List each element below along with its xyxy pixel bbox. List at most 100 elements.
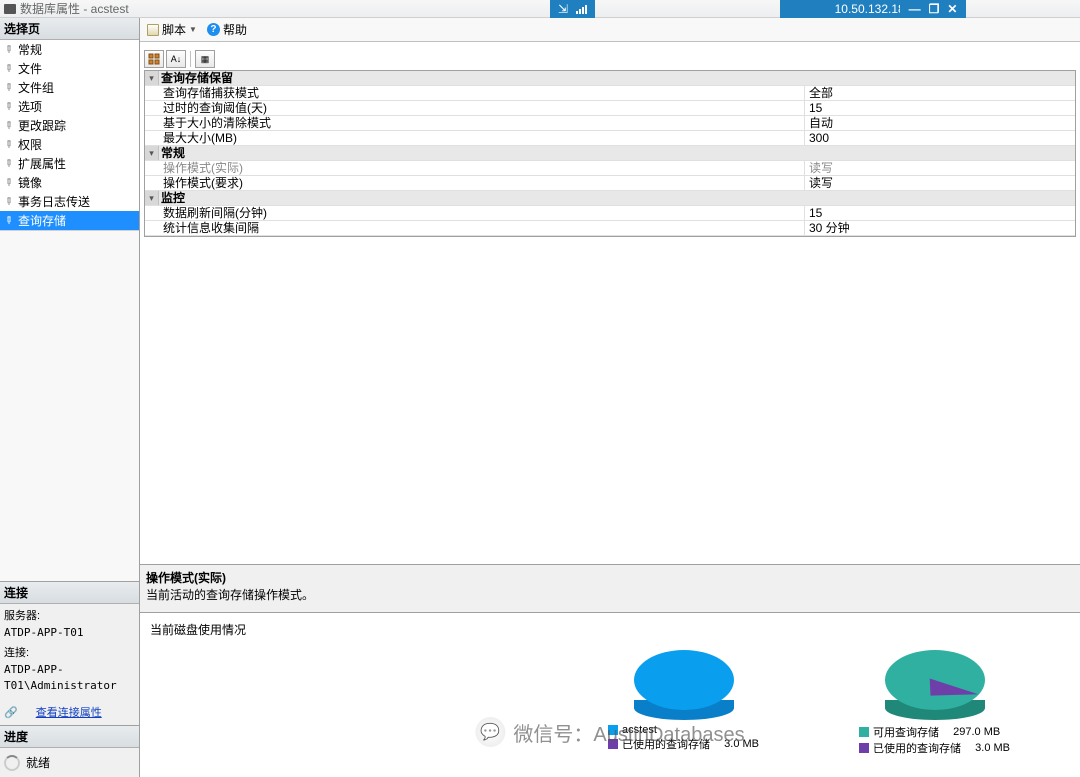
connection-header: 连接 (0, 582, 139, 604)
conn-label: 连接: (4, 645, 135, 662)
prop-value[interactable]: 300 (805, 131, 1075, 145)
view-connection-link[interactable]: 查看连接属性 (36, 705, 102, 722)
prop-row[interactable]: 统计信息收集间隔30 分钟 (145, 221, 1075, 236)
prop-value[interactable]: 15 (805, 206, 1075, 220)
link-icon: 🔗 (4, 707, 18, 719)
spinner-icon (4, 755, 20, 771)
legend-label: 可用查询存储 (873, 724, 939, 740)
sidebar-header: 选择页 (0, 18, 139, 40)
wrench-icon: ✎ (2, 99, 16, 113)
grid-extra-button[interactable]: ▦ (195, 50, 215, 68)
property-grid[interactable]: ▾查询存储保留查询存储捕获模式全部过时的查询阈值(天)15基于大小的清除模式自动… (144, 70, 1076, 237)
sidebar-item[interactable]: ✎权限 (0, 135, 139, 154)
pie-chart-1: acstest 已使用的查询存储 3.0 MB (608, 650, 759, 756)
database-icon (4, 4, 16, 14)
wrench-icon: ✎ (2, 213, 16, 227)
prop-value[interactable]: 自动 (805, 116, 1075, 130)
prop-group[interactable]: ▾常规 (145, 146, 1075, 161)
signal-icon (576, 4, 587, 14)
toolbar: 脚本 ▼ ? 帮助 (140, 18, 1080, 42)
legend-swatch (608, 739, 618, 749)
wrench-icon: ✎ (2, 175, 16, 189)
close-button[interactable]: ✕ (947, 2, 957, 16)
help-button[interactable]: ? 帮助 (204, 20, 250, 39)
collapse-icon[interactable]: ▾ (145, 146, 159, 160)
progress-status: 就绪 (26, 754, 50, 771)
description-panel: 操作模式(实际) 当前活动的查询存储操作模式。 (140, 564, 1080, 612)
script-button[interactable]: 脚本 ▼ (144, 20, 200, 39)
alphabetize-button[interactable]: A↓ (166, 50, 186, 68)
legend-label: 已使用的查询存储 (873, 740, 961, 756)
script-icon (147, 24, 159, 36)
wrench-icon: ✎ (2, 137, 16, 151)
restore-button[interactable]: ❐ (929, 2, 940, 16)
collapse-icon[interactable]: ▾ (145, 71, 159, 85)
sidebar-item-label: 更改跟踪 (18, 117, 66, 134)
pin-icon[interactable]: ⇲ (558, 2, 568, 16)
group-name: 查询存储保留 (159, 71, 1075, 85)
legend-value: 297.0 MB (953, 726, 1000, 738)
server-value: ATDP-APP-T01 (4, 625, 135, 642)
help-icon: ? (207, 23, 220, 36)
prop-value[interactable]: 读写 (805, 176, 1075, 190)
wrench-icon: ✎ (2, 156, 16, 170)
sidebar-item[interactable]: ✎事务日志传送 (0, 192, 139, 211)
chart-panel: 当前磁盘使用情况 acstest 已使用的查询存储 3.0 MB 可用查询存储 … (140, 612, 1080, 777)
sidebar-item[interactable]: ✎文件组 (0, 78, 139, 97)
prop-key: 最大大小(MB) (145, 131, 805, 145)
sidebar-item-label: 镜像 (18, 174, 42, 191)
collapse-icon[interactable]: ▾ (145, 191, 159, 205)
sidebar-item-label: 选项 (18, 98, 42, 115)
prop-key: 基于大小的清除模式 (145, 116, 805, 130)
wrench-icon: ✎ (2, 42, 16, 56)
sidebar-item-label: 扩展属性 (18, 155, 66, 172)
sidebar-item-label: 文件 (18, 60, 42, 77)
help-label: 帮助 (223, 21, 247, 38)
wrench-icon: ✎ (2, 61, 16, 75)
server-label: 服务器: (4, 608, 135, 625)
sidebar-item-label: 事务日志传送 (18, 193, 90, 210)
prop-value[interactable]: 30 分钟 (805, 221, 1075, 235)
sidebar-item-label: 查询存储 (18, 212, 66, 229)
sidebar-item[interactable]: ✎常规 (0, 40, 139, 59)
prop-row[interactable]: 最大大小(MB)300 (145, 131, 1075, 146)
sidebar-item[interactable]: ✎选项 (0, 97, 139, 116)
prop-row[interactable]: 基于大小的清除模式自动 (145, 116, 1075, 131)
prop-key: 操作模式(要求) (145, 176, 805, 190)
prop-value[interactable]: 15 (805, 101, 1075, 115)
remote-bar-left: ⇲ (550, 0, 595, 18)
sidebar: 选择页 ✎常规✎文件✎文件组✎选项✎更改跟踪✎权限✎扩展属性✎镜像✎事务日志传送… (0, 18, 140, 777)
prop-group[interactable]: ▾查询存储保留 (145, 71, 1075, 86)
sidebar-item[interactable]: ✎更改跟踪 (0, 116, 139, 135)
legend-swatch (859, 743, 869, 753)
progress-header: 进度 (0, 726, 139, 748)
group-name: 常规 (159, 146, 1075, 160)
prop-row[interactable]: 查询存储捕获模式全部 (145, 86, 1075, 101)
prop-row: 操作模式(实际)读写 (145, 161, 1075, 176)
prop-key: 数据刷新间隔(分钟) (145, 206, 805, 220)
legend-swatch (859, 727, 869, 737)
sidebar-item[interactable]: ✎扩展属性 (0, 154, 139, 173)
minimize-button[interactable]: — (909, 2, 921, 16)
prop-group[interactable]: ▾监控 (145, 191, 1075, 206)
categorize-button[interactable] (144, 50, 164, 68)
sidebar-item-label: 常规 (18, 41, 42, 58)
prop-key: 过时的查询阈值(天) (145, 101, 805, 115)
sidebar-item[interactable]: ✎镜像 (0, 173, 139, 192)
chart-title: 当前磁盘使用情况 (150, 619, 1070, 640)
script-label: 脚本 (162, 21, 186, 38)
wrench-icon: ✎ (2, 194, 16, 208)
prop-row[interactable]: 过时的查询阈值(天)15 (145, 101, 1075, 116)
prop-value[interactable]: 全部 (805, 86, 1075, 100)
group-name: 监控 (159, 191, 1075, 205)
wrench-icon: ✎ (2, 80, 16, 94)
prop-row[interactable]: 操作模式(要求)读写 (145, 176, 1075, 191)
main-panel: 脚本 ▼ ? 帮助 A↓ ▦ ▾查询存储保留查询存储捕获模式全部过时的查询阈值(… (140, 18, 1080, 777)
legend-value: 3.0 MB (724, 738, 759, 750)
sidebar-item[interactable]: ✎查询存储 (0, 211, 139, 230)
grid-toolbar: A↓ ▦ (144, 50, 1076, 68)
sidebar-item[interactable]: ✎文件 (0, 59, 139, 78)
dropdown-icon[interactable]: ▼ (189, 25, 197, 34)
prop-row[interactable]: 数据刷新间隔(分钟)15 (145, 206, 1075, 221)
prop-key: 查询存储捕获模式 (145, 86, 805, 100)
